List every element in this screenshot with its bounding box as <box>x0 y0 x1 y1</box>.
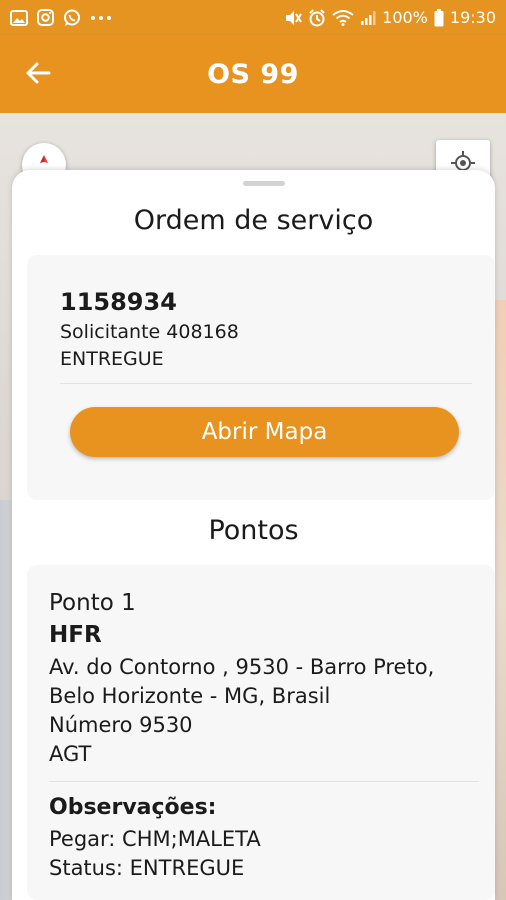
battery-icon <box>434 8 444 27</box>
status-bar: 100% 19:30 <box>0 0 506 35</box>
clock: 19:30 <box>449 8 496 27</box>
page-title: OS 99 <box>207 58 299 90</box>
divider <box>49 781 479 782</box>
observations-label: Observações: <box>49 795 217 820</box>
points-title: Pontos <box>208 515 299 546</box>
image-icon <box>10 9 28 26</box>
arrow-left-icon <box>25 61 51 89</box>
more-icon <box>90 15 112 21</box>
alarm-icon <box>308 8 326 27</box>
divider <box>60 383 472 384</box>
drag-handle[interactable] <box>243 181 285 186</box>
app-bar: OS 99 <box>0 35 506 113</box>
order-number: 1158934 <box>60 288 177 316</box>
back-button[interactable] <box>18 55 58 95</box>
sheet-title: Ordem de serviço <box>133 205 374 236</box>
point-address-line2: Belo Horizonte - MG, Brasil <box>49 684 331 708</box>
order-requester: Solicitante 408168 <box>60 321 239 343</box>
point-name: HFR <box>49 622 102 648</box>
whatsapp-icon <box>63 9 81 27</box>
point-pickup: Pegar: CHM;MALETA <box>49 827 261 851</box>
instagram-icon <box>37 9 54 26</box>
order-status: ENTREGUE <box>60 348 164 370</box>
point-status: Status: ENTREGUE <box>49 856 245 880</box>
point-title: Ponto 1 <box>49 590 136 616</box>
battery-percent: 100% <box>382 8 428 27</box>
point-address-line1: Av. do Contorno , 9530 - Barro Preto, <box>49 655 435 679</box>
point-number: Número 9530 <box>49 713 193 737</box>
open-map-button[interactable]: Abrir Mapa <box>70 407 459 457</box>
bottom-sheet: Ordem de serviço 1158934 Solicitante 408… <box>12 170 495 900</box>
mute-icon <box>284 10 302 26</box>
point-code: AGT <box>49 742 92 766</box>
wifi-icon <box>332 9 354 26</box>
signal-icon <box>360 10 376 26</box>
